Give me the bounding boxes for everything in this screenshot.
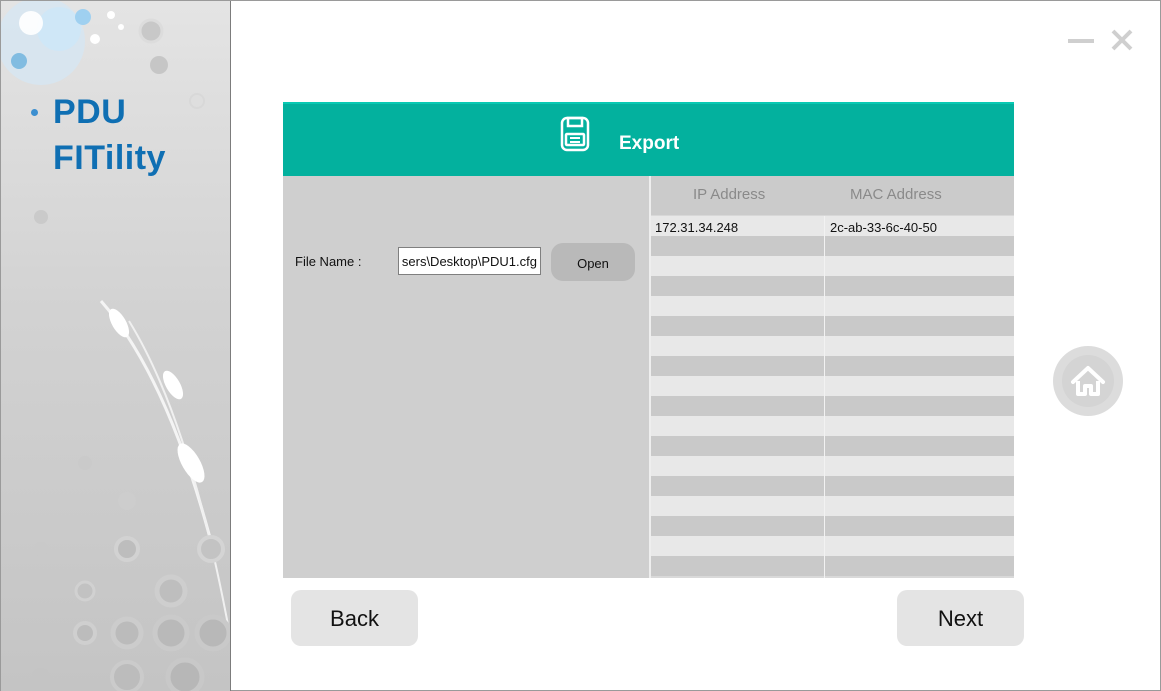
table-row[interactable] — [651, 336, 1014, 356]
file-name-label: File Name : — [295, 254, 362, 269]
table-row[interactable] — [651, 476, 1014, 496]
table-row[interactable] — [651, 556, 1014, 576]
floppy-disk-icon — [560, 116, 590, 152]
back-button[interactable]: Back — [291, 590, 418, 646]
table-row[interactable] — [651, 296, 1014, 316]
table-row[interactable] — [651, 516, 1014, 536]
table-row[interactable] — [651, 416, 1014, 436]
export-panel: Export File Name : Open IP Address MAC A… — [283, 102, 1014, 578]
minimize-icon — [1068, 39, 1094, 43]
brand-line-1: PDU — [53, 93, 127, 131]
table-header: IP Address MAC Address — [651, 176, 1014, 216]
brand-line-2: FITility — [53, 139, 166, 177]
table-row[interactable] — [651, 376, 1014, 396]
cell-mac-address: 2c-ab-33-6c-40-50 — [830, 220, 937, 235]
minimize-button[interactable] — [1067, 25, 1095, 55]
table-row[interactable] — [651, 436, 1014, 456]
brand-sidebar: PDU FITility — [1, 1, 231, 691]
export-header: Export — [283, 102, 1014, 176]
table-body: 172.31.34.248 2c-ab-33-6c-40-50 — [651, 216, 1014, 576]
table-row[interactable] — [651, 456, 1014, 476]
table-row[interactable] — [651, 256, 1014, 276]
table-row[interactable] — [651, 356, 1014, 376]
table-row[interactable] — [651, 536, 1014, 556]
close-icon — [1111, 29, 1133, 51]
header-mac-address: MAC Address — [850, 186, 942, 203]
table-row[interactable] — [651, 316, 1014, 336]
table-row[interactable]: 172.31.34.248 2c-ab-33-6c-40-50 — [651, 216, 1014, 236]
table-row[interactable] — [651, 396, 1014, 416]
table-row[interactable] — [651, 276, 1014, 296]
brand-dot — [31, 109, 38, 116]
brand-logo: PDU FITility — [31, 89, 166, 181]
file-name-input[interactable] — [398, 247, 541, 275]
open-button[interactable]: Open — [551, 243, 635, 281]
column-divider — [824, 216, 825, 578]
header-ip-address: IP Address — [693, 186, 766, 203]
page-title: Export — [619, 133, 680, 154]
home-button[interactable] — [1053, 346, 1123, 416]
close-button[interactable] — [1109, 25, 1137, 55]
device-table: IP Address MAC Address 172.31.34.248 2c-a… — [649, 176, 1014, 578]
next-button[interactable]: Next — [897, 590, 1024, 646]
home-icon — [1062, 355, 1114, 407]
table-row[interactable] — [651, 496, 1014, 516]
app-window: PDU FITility Export File Name : Open — [0, 0, 1161, 691]
cell-ip-address: 172.31.34.248 — [655, 220, 739, 235]
table-row[interactable] — [651, 236, 1014, 256]
